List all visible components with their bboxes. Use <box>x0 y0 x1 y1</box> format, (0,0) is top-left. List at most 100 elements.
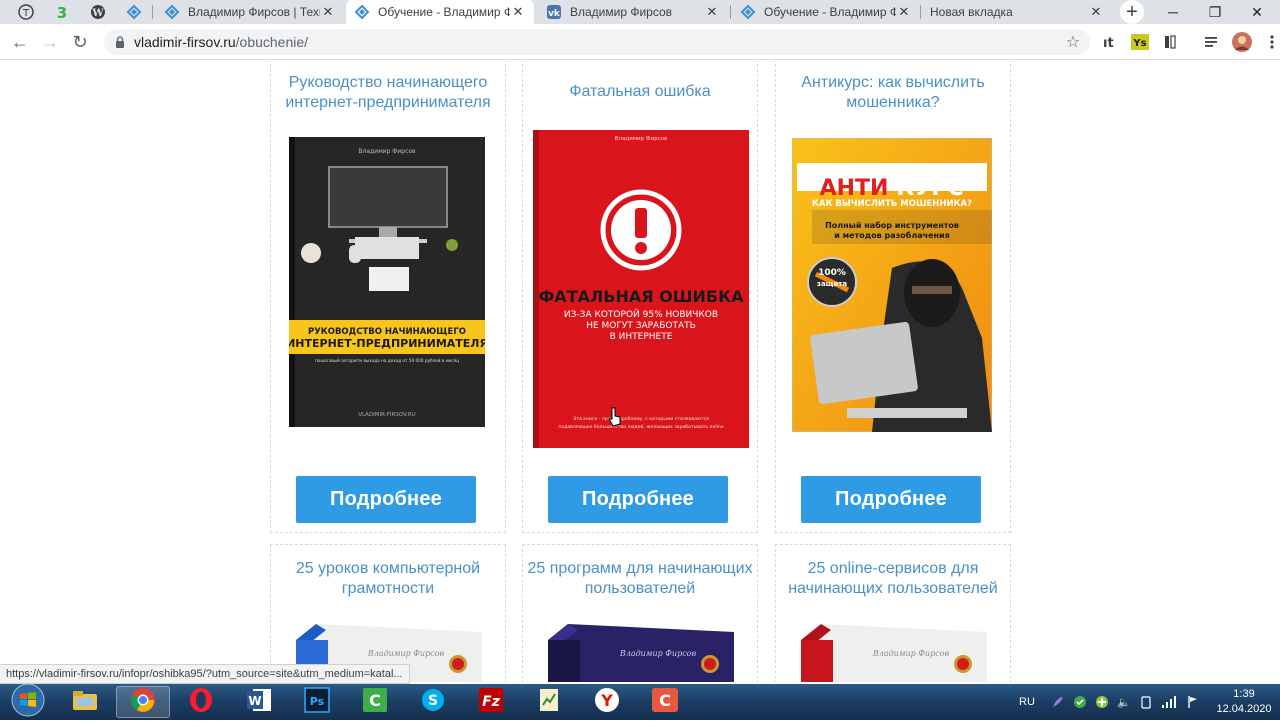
details-button[interactable]: Подробнее <box>548 476 728 523</box>
device-tray-icon[interactable] <box>1136 684 1156 720</box>
minimize-button[interactable]: ─ <box>1152 0 1194 24</box>
tab-title: Владимир Фирсов <box>570 5 673 19</box>
tab-obuchenie-active[interactable]: Обучение - Владимир Фирсов ✕ <box>346 0 534 24</box>
close-icon: ✕ <box>1251 3 1263 20</box>
yandex-seo-icon[interactable]: Ys <box>1130 32 1150 52</box>
details-button[interactable]: Подробнее <box>801 476 981 523</box>
tab-obuchenie[interactable]: Обучение - Владимир Фирсов ✕ <box>732 0 920 24</box>
word-icon: W <box>245 687 273 718</box>
firsov-site-icon <box>126 4 142 20</box>
taskbar-app-yandex-browser[interactable]: Y <box>580 686 634 718</box>
start-button[interactable] <box>4 683 52 722</box>
close-icon[interactable]: ✕ <box>510 4 526 20</box>
pinned-tab-2[interactable]: 3 <box>44 0 80 24</box>
cover-badge: защита <box>817 280 847 288</box>
shield-tray-icon[interactable] <box>1070 684 1090 720</box>
notepad-icon <box>536 687 562 718</box>
taskbar-app-camtasia-recorder[interactable]: C <box>638 686 692 718</box>
menu-icon[interactable] <box>1262 32 1280 52</box>
book-cover-entrepreneur[interactable]: Владимир Фирсов РУКОВОДСТВО НАЧИНАЮЩЕГО … <box>286 137 488 427</box>
cover-band-line: ИНТЕРНЕТ-ПРЕДПРИНИМАТЕЛЯ <box>289 337 485 350</box>
network-signal-icon[interactable] <box>1158 684 1180 720</box>
pinned-tab-4[interactable] <box>116 0 152 24</box>
cover-question: КАК ВЫЧИСЛИТЬ МОШЕННИКА? <box>812 199 972 209</box>
windows-logo-icon <box>11 683 45 722</box>
close-icon[interactable]: ✕ <box>1088 4 1104 20</box>
translate-icon[interactable]: ıt <box>1100 32 1120 52</box>
clock-date: 12.04.2020 <box>1216 703 1272 715</box>
close-icon[interactable]: ✕ <box>320 4 336 20</box>
plus-icon: + <box>1120 0 1144 24</box>
card-title-line: начинающих пользователей <box>788 580 998 597</box>
cover-author: Владимир Фирсов <box>358 148 416 155</box>
product-box-programs[interactable]: Владимир Фирсов <box>548 622 734 682</box>
plus-tray-icon[interactable] <box>1092 684 1112 720</box>
page-content: Руководство начинающего интернет-предпри… <box>0 61 1280 682</box>
taskbar-app-skype[interactable]: S <box>406 686 460 718</box>
close-window-button[interactable]: ✕ <box>1236 0 1278 24</box>
language-indicator[interactable]: RU <box>1014 684 1040 720</box>
reload-icon: ↻ <box>72 31 88 52</box>
opera-icon <box>188 687 214 718</box>
address-bar[interactable]: vladimir-firsov.ru/obuchenie/ ☆ <box>104 29 1090 55</box>
reading-list-icon[interactable] <box>1202 32 1222 52</box>
svg-text:Ys: Ys <box>1132 38 1146 49</box>
card-title-line: пользователей <box>584 580 696 597</box>
card-title[interactable]: 25 online-сервисов для начинающих пользо… <box>776 559 1010 599</box>
taskbar-app-explorer[interactable] <box>58 686 112 718</box>
card-title[interactable]: 25 уроков компьютерной грамотности <box>271 559 505 599</box>
windows-explorer-icon <box>71 688 99 717</box>
taskbar-app-camtasia[interactable]: C <box>348 686 402 718</box>
bookmark-star-icon[interactable]: ☆ <box>1064 33 1082 51</box>
course-card: Антикурс: как вычислить мошенника? РУКОВ… <box>775 61 1011 533</box>
pinned-tab-1[interactable]: T <box>8 0 44 24</box>
pinned-tab-3[interactable]: W <box>80 0 116 24</box>
card-title-line: Руководство начинающего <box>288 74 488 91</box>
vk-icon: vk <box>546 4 562 20</box>
close-icon[interactable]: ✕ <box>896 4 912 20</box>
forward-button[interactable]: → <box>36 28 64 56</box>
flag-tray-icon[interactable] <box>1182 684 1204 720</box>
product-box-services[interactable]: Владимир Фирсов <box>801 622 987 682</box>
firsov-site-icon <box>740 4 756 20</box>
tab-new-tab[interactable]: Новая вкладка ✕ <box>922 0 1112 24</box>
card-title[interactable]: Руководство начинающего интернет-предпри… <box>271 73 505 113</box>
feather-tray-icon[interactable] <box>1048 684 1068 720</box>
firsov-site-icon <box>354 4 370 20</box>
new-tab-button[interactable]: + <box>1118 0 1146 24</box>
taskbar-app-filezilla[interactable]: Fz <box>464 686 518 718</box>
cover-footer: подавляющее большинство людей, желающих … <box>558 423 723 430</box>
url-path: /obuchenie/ <box>235 34 309 50</box>
cover-subtitle: ИЗ-ЗА КОТОРОЙ 95% НОВИЧКОВ <box>564 308 718 320</box>
tab-vk[interactable]: vk Владимир Фирсов ✕ <box>538 0 728 24</box>
svg-text:S: S <box>428 693 438 709</box>
url-text: vladimir-firsov.ru/obuchenie/ <box>134 34 308 50</box>
details-button[interactable]: Подробнее <box>296 476 476 523</box>
book-cover-anticourse[interactable]: РУКОВОДСТВО АНТИ КУРС КАК ВЫЧИСЛИТЬ МОШЕ… <box>791 137 993 433</box>
card-title-line: 25 уроков компьютерной <box>295 560 481 577</box>
taskbar-app-notepad[interactable] <box>522 686 576 718</box>
book-cover-fatal-error[interactable]: Владимир Фирсов ФАТАЛЬНАЯ ОШИБКА ИЗ-ЗА К… <box>533 130 749 448</box>
skype-icon: S <box>420 687 446 718</box>
close-icon[interactable]: ✕ <box>704 4 720 20</box>
taskbar-app-opera[interactable] <box>174 686 228 718</box>
taskbar-clock[interactable]: 1:39 12.04.2020 <box>1212 687 1276 717</box>
card-title[interactable]: Антикурс: как вычислить мошенника? <box>776 73 1010 113</box>
taskbar-app-photoshop[interactable]: Ps <box>290 686 344 718</box>
yandex-browser-icon: Y <box>594 687 620 718</box>
card-title[interactable]: 25 программ для начинающих пользователей <box>523 559 757 599</box>
maximize-button[interactable]: ❐ <box>1194 0 1236 24</box>
reload-button[interactable]: ↻ <box>66 28 94 56</box>
course-card: Фатальная ошибка Владимир Фирсов ФАТАЛЬН… <box>522 61 758 533</box>
card-title-line: грамотности <box>341 580 435 597</box>
back-button[interactable]: ← <box>6 28 34 56</box>
card-title[interactable]: Фатальная ошибка <box>523 82 757 102</box>
profile-avatar[interactable] <box>1232 32 1252 52</box>
bookmark-icon[interactable] <box>1160 32 1180 52</box>
taskbar-app-word[interactable]: W <box>232 686 286 718</box>
volume-icon[interactable]: 🔈 <box>1114 684 1134 720</box>
taskbar-app-chrome[interactable] <box>116 686 170 718</box>
card-title-line: Антикурс: как вычислить <box>801 74 985 91</box>
tab-firsov-technologies[interactable]: Владимир Фирсов | Технологии ✕ <box>156 0 344 24</box>
cover-brand: КУРС <box>896 176 963 201</box>
